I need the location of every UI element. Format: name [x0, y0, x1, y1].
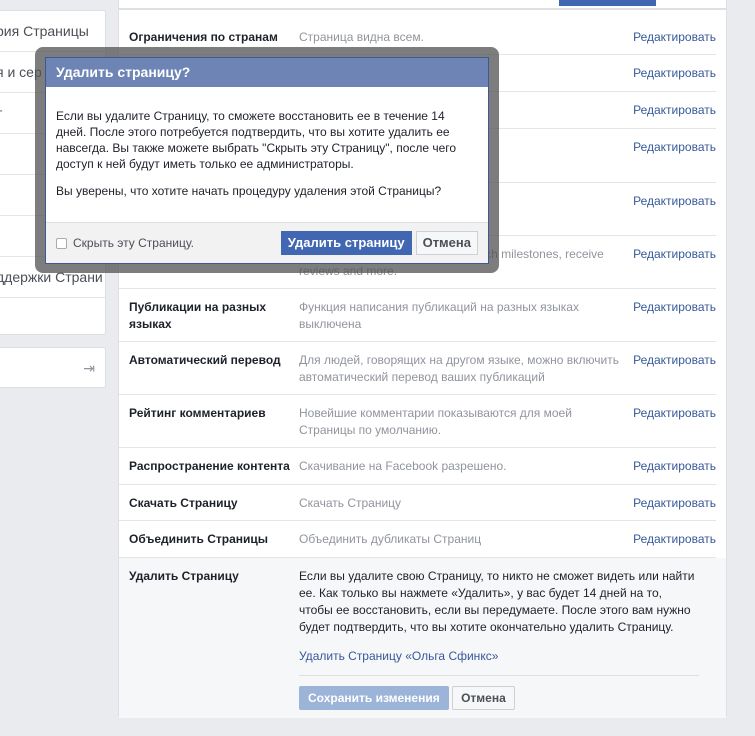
- settings-row: Рейтинг комментариев Новейшие комментарии…: [119, 395, 716, 448]
- setting-label: Объединить Страницы: [129, 532, 269, 546]
- sidebar-exit-box[interactable]: ⇥: [0, 347, 106, 388]
- setting-label: Публикации на разных языках: [129, 300, 267, 331]
- setting-description: Новейшие комментарии показываются для мо…: [299, 406, 572, 437]
- hide-page-checkbox-label[interactable]: Скрыть эту Страницу.: [73, 236, 194, 250]
- settings-row: Автоматический перевод Для людей, говорящ…: [119, 342, 716, 395]
- save-changes-button[interactable]: Сохранить изменения: [299, 686, 449, 710]
- setting-description: Объединить дубликаты Страниц: [299, 532, 482, 546]
- exit-icon[interactable]: ⇥: [83, 360, 95, 377]
- active-tab-indicator: [559, 0, 656, 6]
- delete-page-label: Удалить Страницу: [129, 569, 239, 583]
- top-tabs-bar: [118, 0, 727, 9]
- edit-link[interactable]: Редактировать: [633, 521, 716, 557]
- edit-link[interactable]: Редактировать: [633, 55, 716, 91]
- setting-label: Рейтинг комментариев: [129, 406, 266, 420]
- dialog-cancel-button[interactable]: Отмена: [415, 231, 478, 255]
- dialog-title: Удалить страницу?: [46, 58, 488, 87]
- setting-label: Автоматический перевод: [129, 353, 281, 367]
- delete-page-text: Если вы удалите свою Страницу, то никто …: [299, 569, 695, 634]
- sidebar-item[interactable]: рия Страницы: [0, 11, 105, 52]
- delete-page-dialog: Удалить страницу? Если вы удалите Страни…: [45, 57, 489, 264]
- delete-page-dialog-overlay: Удалить страницу? Если вы удалите Страни…: [35, 47, 499, 273]
- edit-link[interactable]: Редактировать: [633, 92, 716, 128]
- edit-link[interactable]: Редактировать: [633, 236, 716, 288]
- setting-description: Скачать Страницу: [299, 496, 402, 510]
- cancel-button[interactable]: Отмена: [452, 686, 515, 710]
- setting-description: Скачивание на Facebook разрешено.: [299, 459, 507, 473]
- sidebar-item[interactable]: [0, 298, 105, 339]
- edit-link[interactable]: Редактировать: [633, 448, 716, 484]
- edit-link[interactable]: Редактировать: [633, 183, 716, 235]
- edit-link[interactable]: Редактировать: [633, 395, 716, 447]
- setting-label: Скачать Страницу: [129, 496, 238, 510]
- delete-page-section: Удалить Страницу Если вы удалите свою Ст…: [119, 558, 726, 718]
- dialog-question: Вы уверены, что хотите начать процедуру …: [56, 184, 442, 198]
- dialog-message: Если вы удалите Страницу, то сможете вос…: [56, 109, 457, 171]
- settings-row: Публикации на разных языках Функция напис…: [119, 289, 716, 342]
- settings-row: Объединить Страницы Объединить дубликаты …: [119, 521, 716, 558]
- edit-link[interactable]: Редактировать: [633, 289, 716, 341]
- edit-link[interactable]: Редактировать: [633, 342, 716, 394]
- settings-row: Скачать Страницу Скачать Страницу Редактир…: [119, 485, 716, 521]
- hide-page-checkbox[interactable]: [56, 237, 67, 249]
- edit-link[interactable]: Редактировать: [633, 485, 716, 520]
- setting-label: Распространение контента: [129, 459, 290, 473]
- setting-description: Функция написания публикаций на разных я…: [299, 300, 579, 331]
- confirm-delete-button[interactable]: Удалить страницу: [280, 231, 412, 255]
- delete-page-link[interactable]: Удалить Страницу «Ольга Сфинкс»: [299, 648, 699, 665]
- edit-link[interactable]: Редактировать: [633, 19, 716, 54]
- setting-description: Для людей, говорящих на другом языке, мо…: [299, 353, 619, 384]
- settings-row: Распространение контента Скачивание на Fa…: [119, 448, 716, 485]
- edit-link[interactable]: Редактировать: [633, 129, 716, 182]
- divider: [299, 675, 699, 676]
